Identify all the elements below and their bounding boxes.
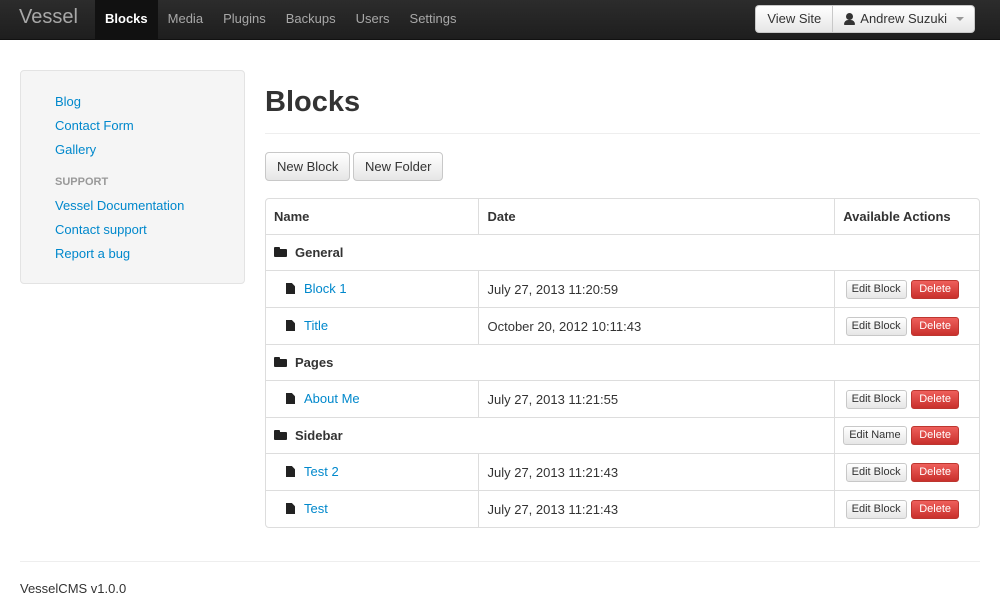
new-folder-button[interactable]: New Folder [353, 152, 444, 181]
title-divider [265, 133, 980, 134]
actions-cell: Edit Name Delete [834, 417, 979, 453]
folder-name: General [274, 245, 343, 260]
name-cell: Title [266, 307, 479, 344]
folder-icon [274, 430, 287, 441]
folder-row: General [266, 234, 979, 270]
table-row: Test July 27, 2013 11:21:43 Edit Block D… [266, 490, 979, 527]
date-cell: July 27, 2013 11:21:43 [478, 490, 835, 527]
folder-name: Pages [274, 355, 333, 370]
block-link[interactable]: Test 2 [304, 464, 339, 479]
actions-cell: Edit Block Delete [834, 307, 979, 344]
column-header-date: Date [478, 199, 834, 234]
user-name: Andrew Suzuki [860, 11, 947, 26]
block-link[interactable]: About Me [304, 391, 360, 406]
folder-name: Sidebar [274, 428, 343, 443]
folder-row: Pages [266, 344, 979, 380]
folder-cell: Pages [266, 344, 979, 380]
actions-cell: Edit Block Delete [834, 270, 979, 307]
block-name: Title [274, 318, 328, 333]
folder-label: Pages [295, 354, 334, 370]
delete-button[interactable]: Delete [911, 426, 959, 445]
folder-cell: General [266, 234, 979, 270]
new-block-button[interactable]: New Block [265, 152, 351, 181]
name-cell: Block 1 [266, 270, 479, 307]
footer-divider [20, 561, 980, 562]
block-name: Block 1 [274, 281, 347, 296]
edit-block-button[interactable]: Edit Block [845, 499, 907, 519]
top-navbar: Vessel Blocks Media Plugins Backups User… [0, 0, 1000, 40]
folder-row: Sidebar Edit Name Delete [266, 417, 979, 453]
edit-block-button[interactable]: Edit Block [845, 389, 907, 409]
chevron-down-icon [956, 17, 964, 21]
folder-icon [274, 247, 287, 258]
name-cell: Test [266, 490, 479, 527]
nav-item-media[interactable]: Media [158, 0, 213, 40]
edit-block-button[interactable]: Edit Block [845, 316, 907, 336]
footer-version: VesselCMS v1.0.0 [20, 581, 127, 596]
nav-item-settings[interactable]: Settings [400, 0, 467, 40]
table-row: Block 1 July 27, 2013 11:20:59 Edit Bloc… [266, 270, 979, 307]
sidebar-link-contact-form[interactable]: Contact Form [55, 118, 134, 133]
delete-button[interactable]: Delete [911, 499, 959, 519]
user-menu-button[interactable]: Andrew Suzuki [832, 5, 975, 33]
table-row: Test 2 July 27, 2013 11:21:43 Edit Block… [266, 453, 979, 490]
user-icon [844, 13, 856, 25]
column-header-actions: Available Actions [834, 199, 979, 234]
block-name: Test [274, 501, 328, 516]
blocks-table: Name Date Available Actions General Bloc… [265, 198, 980, 528]
table-row: Title October 20, 2012 10:11:43 Edit Blo… [266, 307, 979, 344]
block-link[interactable]: Block 1 [304, 281, 347, 296]
sidebar-link-blog[interactable]: Blog [55, 94, 81, 109]
nav-item-blocks[interactable]: Blocks [95, 0, 158, 40]
block-link[interactable]: Title [304, 318, 328, 333]
folder-icon [274, 357, 287, 368]
nav-item-users[interactable]: Users [346, 0, 400, 40]
sidebar-header-support: SUPPORT [55, 176, 109, 188]
file-icon [286, 320, 295, 331]
sidebar-link-gallery[interactable]: Gallery [55, 142, 96, 157]
date-cell: October 20, 2012 10:11:43 [478, 307, 835, 344]
file-icon [286, 283, 295, 294]
folder-cell: Sidebar [266, 417, 835, 453]
actions-cell: Edit Block Delete [834, 453, 979, 490]
name-cell: About Me [266, 380, 479, 417]
delete-button[interactable]: Delete [911, 279, 959, 299]
table-row: About Me July 27, 2013 11:21:55 Edit Blo… [266, 380, 979, 417]
nav-item-backups[interactable]: Backups [276, 0, 346, 40]
date-cell: July 27, 2013 11:21:55 [478, 380, 835, 417]
actions-cell: Edit Block Delete [834, 490, 979, 527]
edit-block-button[interactable]: Edit Block [845, 279, 907, 299]
main-nav: Blocks Media Plugins Backups Users Setti… [95, 0, 467, 40]
folder-label: Sidebar [295, 427, 343, 443]
page-title: Blocks [265, 86, 361, 118]
sidebar: Blog Contact Form Gallery SUPPORT Vessel… [20, 70, 245, 284]
edit-name-button[interactable]: Edit Name [843, 426, 907, 445]
delete-button[interactable]: Delete [911, 389, 959, 409]
date-cell: July 27, 2013 11:21:43 [478, 453, 835, 490]
sidebar-link-report-bug[interactable]: Report a bug [55, 246, 130, 261]
delete-button[interactable]: Delete [911, 462, 959, 482]
file-icon [286, 393, 295, 404]
file-icon [286, 503, 295, 514]
file-icon [286, 466, 295, 477]
edit-block-button[interactable]: Edit Block [845, 462, 907, 482]
folder-label: General [295, 244, 344, 260]
actions-cell: Edit Block Delete [834, 380, 979, 417]
name-cell: Test 2 [266, 453, 479, 490]
brand-logo[interactable]: Vessel [19, 6, 78, 29]
block-name: About Me [274, 391, 360, 406]
block-name: Test 2 [274, 464, 339, 479]
sidebar-link-documentation[interactable]: Vessel Documentation [55, 198, 184, 213]
delete-button[interactable]: Delete [911, 316, 959, 336]
column-header-name: Name [274, 209, 310, 224]
nav-item-plugins[interactable]: Plugins [213, 0, 276, 40]
block-link[interactable]: Test [304, 501, 328, 516]
date-cell: July 27, 2013 11:20:59 [478, 270, 835, 307]
header-button-group: View Site Andrew Suzuki [755, 5, 975, 33]
sidebar-link-contact-support[interactable]: Contact support [55, 222, 147, 237]
view-site-button[interactable]: View Site [755, 5, 833, 33]
